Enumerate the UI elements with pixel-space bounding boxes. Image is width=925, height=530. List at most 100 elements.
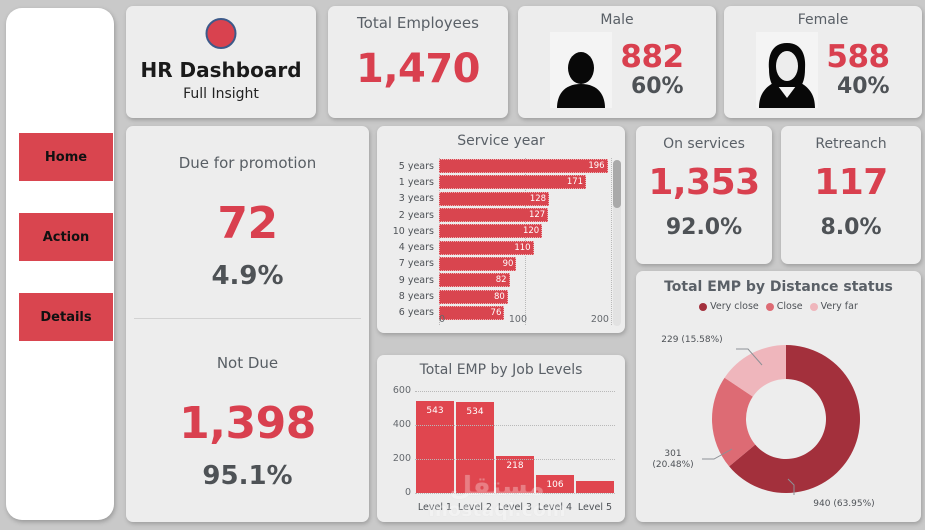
bar-column[interactable] [576, 391, 614, 493]
kpi-percent: 60% [630, 74, 684, 99]
bar[interactable]: 543 [416, 400, 454, 493]
bar-category-label: 4 years [398, 242, 434, 254]
bar-value-label: 127 [528, 210, 546, 221]
bar-row[interactable]: 1 years 171 [387, 174, 615, 190]
job-levels-x-axis: Level 1 Level 2 Level 3 Level 4 Level 5 [415, 502, 615, 513]
axis-tick-label: Level 5 [577, 502, 613, 513]
bar-value-label: 543 [426, 405, 444, 416]
kpi-card-female: Female 588 40% [724, 6, 922, 118]
donut-label-close: 301 (20.48%) [638, 449, 708, 471]
bar[interactable]: 120 [439, 224, 543, 239]
chart-legend: Very close Close Very far [636, 301, 921, 312]
bar-row[interactable]: 2 years 127 [387, 207, 615, 223]
sidebar-item-home[interactable]: Home [19, 133, 113, 181]
bar-column[interactable]: 218 [496, 391, 534, 493]
bar-row[interactable]: 7 years 90 [387, 256, 615, 272]
bar-row[interactable]: 8 years 80 [387, 288, 615, 304]
bar[interactable]: 90 [439, 256, 517, 271]
axis-tick-label: 400 [392, 419, 411, 430]
bar[interactable]: 128 [439, 191, 550, 206]
bar-value-label: 90 [502, 258, 514, 269]
bar[interactable]: 106 [536, 474, 574, 493]
axis-tick-label: 200 [392, 453, 411, 464]
kpi-value: 72 [217, 198, 278, 249]
axis-tick-label: 0 [404, 487, 411, 498]
scrollbar[interactable] [613, 160, 621, 326]
bar[interactable] [576, 481, 614, 493]
axis-tick-label: 200 [590, 314, 609, 325]
bar[interactable]: 82 [439, 273, 510, 288]
promotion-due-block: Due for promotion 72 4.9% [126, 154, 369, 291]
bar-value-label: 110 [514, 242, 531, 253]
bar-category-label: 10 years [392, 225, 434, 237]
legend-label: Very close [710, 301, 759, 312]
chart-card-service-year: Service year 5 years 196 1 years 171 3 years… [377, 126, 625, 333]
circle-icon [205, 18, 237, 49]
sidebar-item-action[interactable]: Action [19, 213, 113, 261]
legend-label: Very far [820, 301, 858, 312]
sidebar: Home Action Details [6, 8, 114, 520]
axis-tick-label: Level 1 [417, 502, 453, 513]
bar-value-label: 128 [529, 193, 547, 204]
bar-value-label: 196 [588, 161, 605, 172]
bar[interactable]: 171 [439, 175, 587, 190]
axis-tick-label: 100 [508, 314, 528, 325]
kpi-label: Retreanch [815, 136, 887, 152]
chart-title: Total EMP by Job Levels [419, 362, 583, 378]
legend-color-swatch [765, 302, 774, 311]
bar-category-label: 3 years [398, 193, 434, 205]
dashboard-root: Home Action Details HR Dashboard Full In… [0, 0, 925, 530]
sidebar-item-details[interactable]: Details [19, 293, 113, 341]
legend-item[interactable]: Very far [809, 301, 858, 312]
bar-column[interactable]: 534 [456, 391, 494, 493]
bar[interactable]: 80 [439, 289, 508, 304]
bar-value-label: 106 [546, 479, 564, 490]
bar-row[interactable]: 9 years 82 [387, 272, 615, 288]
chart-title: Total EMP by Distance status [664, 279, 893, 295]
bar-value-label: 80 [493, 291, 505, 302]
bar-category-label: 7 years [398, 258, 434, 270]
sidebar-item-label: Home [44, 149, 88, 165]
bar-value-label: 171 [566, 177, 584, 188]
page-title: HR Dashboard [140, 58, 302, 82]
kpi-value: 1,470 [355, 46, 481, 92]
kpi-value: 588 [826, 39, 890, 75]
bar-row[interactable]: 10 years 120 [387, 223, 615, 239]
bar[interactable]: 196 [439, 159, 608, 174]
donut-label-close-percent: (20.48%) [652, 460, 694, 470]
promotion-card: Due for promotion 72 4.9% Not Due 1,398 … [126, 126, 369, 522]
bar-row[interactable]: 4 years 110 [387, 239, 615, 255]
kpi-percent: 92.0% [665, 215, 743, 240]
bar[interactable]: 534 [456, 402, 494, 493]
bar[interactable]: 127 [439, 208, 549, 223]
bar[interactable]: 218 [496, 455, 534, 493]
kpi-card-total-employees: Total Employees 1,470 [328, 6, 508, 118]
axis-tick-label: Level 4 [537, 502, 573, 513]
kpi-label: On services [663, 136, 745, 152]
bar-row[interactable]: 5 years 196 [387, 158, 615, 174]
donut-label-very-far: 229 (15.58%) [661, 335, 723, 345]
gridline [415, 425, 615, 426]
divider [134, 318, 361, 319]
bar-column[interactable]: 543 [416, 391, 454, 493]
kpi-label: Not Due [216, 354, 279, 372]
bar[interactable]: 110 [439, 240, 534, 255]
male-avatar-icon [550, 32, 613, 108]
kpi-label: Female [797, 12, 849, 28]
bar-value-label: 120 [522, 226, 540, 237]
bar-column[interactable]: 106 [536, 391, 574, 493]
legend-item[interactable]: Close [765, 301, 803, 312]
legend-color-swatch [809, 302, 818, 311]
bar-row[interactable]: 3 years 128 [387, 191, 615, 207]
service-year-plot: 5 years 196 1 years 171 3 years 128 2 years 127… [387, 158, 615, 328]
legend-item[interactable]: Very close [699, 301, 759, 312]
promotion-notdue-block: Not Due 1,398 95.1% [126, 354, 369, 491]
kpi-value: 1,398 [179, 398, 316, 449]
kpi-label: Total Employees [357, 14, 479, 32]
kpi-label: Due for promotion [178, 154, 317, 172]
sidebar-item-label: Details [40, 309, 92, 325]
bar-value-label: 534 [466, 407, 484, 418]
bar-category-label: 9 years [398, 274, 434, 286]
service-year-x-axis: 0 100 200 [439, 314, 609, 325]
scrollbar-thumb[interactable] [613, 160, 621, 208]
